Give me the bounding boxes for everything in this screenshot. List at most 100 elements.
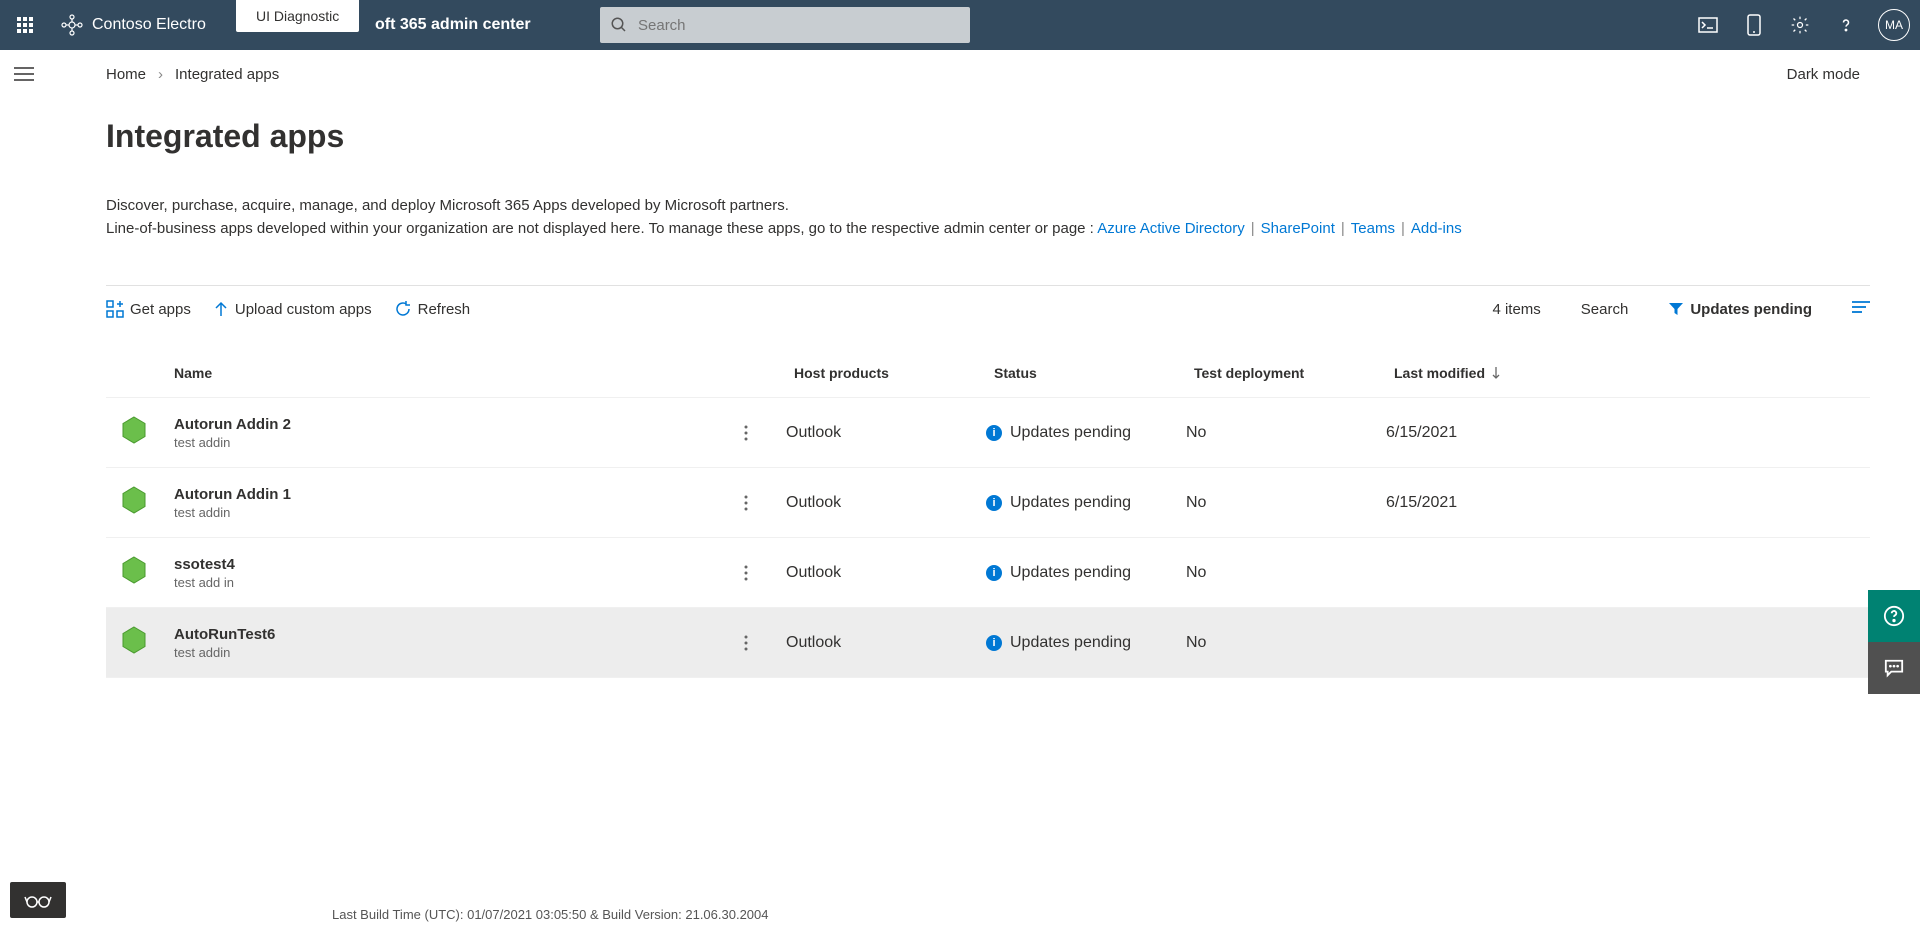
shell-prompt-button[interactable] <box>1686 3 1730 47</box>
row-more-button[interactable] <box>706 635 786 651</box>
table-row[interactable]: AutoRunTest6 test addin Outlook i Updates … <box>106 608 1870 678</box>
header-right: MA <box>1686 3 1910 47</box>
app-sub: test add in <box>174 575 698 590</box>
col-status[interactable]: Status <box>986 365 1186 381</box>
app-name: Autorun Addin 1 <box>174 486 698 503</box>
sort-down-icon <box>1491 366 1501 380</box>
more-vertical-icon <box>744 495 748 511</box>
upload-label: Upload custom apps <box>235 301 372 318</box>
more-vertical-icon <box>744 635 748 651</box>
app-hex-icon <box>118 484 150 516</box>
floating-buttons <box>1868 590 1920 694</box>
cell-host: Outlook <box>786 564 986 582</box>
global-search[interactable] <box>600 7 970 43</box>
link-aad[interactable]: Azure Active Directory <box>1097 220 1245 237</box>
cell-test: No <box>1186 564 1386 582</box>
filter-icon <box>1668 301 1684 317</box>
settings-button[interactable] <box>1778 3 1822 47</box>
command-bar: Get apps Upload custom apps Refresh 4 it… <box>106 285 1870 318</box>
waffle-icon <box>17 17 33 33</box>
table-row[interactable]: Autorun Addin 1test addin Outlook iUpdat… <box>106 468 1870 538</box>
link-teams[interactable]: Teams <box>1351 220 1395 237</box>
get-apps-button[interactable]: Get apps <box>106 300 191 318</box>
row-more-button[interactable] <box>706 425 786 441</box>
app-sub: test addin <box>174 435 698 450</box>
upload-button[interactable]: Upload custom apps <box>213 300 372 318</box>
link-addins[interactable]: Add-ins <box>1411 220 1462 237</box>
table-header-row: Name Host products Status Test deploymen… <box>106 348 1870 398</box>
account-avatar[interactable]: MA <box>1878 9 1910 41</box>
product-name: oft 365 admin center <box>375 16 531 34</box>
desc-line2-prefix: Line-of-business apps developed within y… <box>106 220 1097 237</box>
item-count: 4 items <box>1492 301 1540 318</box>
desc-line1: Discover, purchase, acquire, manage, and… <box>106 195 1526 218</box>
get-apps-label: Get apps <box>130 301 191 318</box>
build-info: Last Build Time (UTC): 01/07/2021 03:05:… <box>332 907 769 922</box>
cell-test: No <box>1186 634 1386 652</box>
page-title: Integrated apps <box>106 118 1920 155</box>
list-icon <box>1852 300 1870 314</box>
more-vertical-icon <box>744 565 748 581</box>
app-launcher-button[interactable] <box>0 0 50 50</box>
floating-help-button[interactable] <box>1868 590 1920 642</box>
top-header: Contoso Electro UI Diagnostic oft 365 ad… <box>0 0 1920 50</box>
app-sub: test addin <box>174 505 698 520</box>
info-icon: i <box>986 635 1002 651</box>
main-content: Home › Integrated apps Dark mode Integra… <box>0 60 1920 678</box>
active-filter[interactable]: Updates pending <box>1668 301 1812 318</box>
mobile-icon <box>1747 14 1761 36</box>
dark-mode-toggle[interactable]: Dark mode <box>1787 66 1860 83</box>
view-options-button[interactable] <box>1852 300 1870 318</box>
info-icon: i <box>986 495 1002 511</box>
ui-diagnostic-tab[interactable]: UI Diagnostic <box>236 0 359 32</box>
console-icon <box>1698 17 1718 33</box>
org-logo-icon <box>60 13 84 37</box>
refresh-button[interactable]: Refresh <box>394 300 471 318</box>
upload-icon <box>213 300 229 318</box>
row-more-button[interactable] <box>706 495 786 511</box>
app-name: Autorun Addin 2 <box>174 416 698 433</box>
gear-icon <box>1790 15 1810 35</box>
app-hex-icon <box>118 624 150 656</box>
search-input[interactable] <box>638 17 970 34</box>
toolbar-search[interactable]: Search <box>1581 301 1629 318</box>
app-name: ssotest4 <box>174 556 698 573</box>
col-host[interactable]: Host products <box>786 365 986 381</box>
table-row[interactable]: Autorun Addin 2test addin Outlook iUpdat… <box>106 398 1870 468</box>
cell-host: Outlook <box>786 424 986 442</box>
cell-host: Outlook <box>786 634 986 652</box>
floating-feedback-button[interactable] <box>1868 642 1920 694</box>
col-modified[interactable]: Last modified <box>1386 365 1586 381</box>
help-icon <box>1836 15 1856 35</box>
accessibility-button[interactable] <box>10 882 66 918</box>
link-sharepoint[interactable]: SharePoint <box>1261 220 1335 237</box>
cell-status: Updates pending <box>1010 634 1131 652</box>
app-hex-icon <box>118 414 150 446</box>
help-circle-icon <box>1883 605 1905 627</box>
help-button[interactable] <box>1824 3 1868 47</box>
cell-host: Outlook <box>786 494 986 512</box>
col-name[interactable]: Name <box>166 365 706 381</box>
info-icon: i <box>986 425 1002 441</box>
breadcrumb: Home › Integrated apps <box>106 66 279 83</box>
table-row[interactable]: ssotest4 test add in Outlook i Updates pen… <box>106 538 1870 608</box>
col-test[interactable]: Test deployment <box>1186 365 1386 381</box>
breadcrumb-home[interactable]: Home <box>106 66 146 83</box>
app-name: AutoRunTest6 <box>174 626 698 643</box>
cell-status: Updates pending <box>1010 564 1131 582</box>
info-icon: i <box>986 565 1002 581</box>
refresh-icon <box>394 300 412 318</box>
app-sub: test addin <box>174 645 698 660</box>
org-name: Contoso Electro <box>92 16 206 34</box>
cell-modified: 6/15/2021 <box>1386 424 1586 442</box>
grid-plus-icon <box>106 300 124 318</box>
mobile-button[interactable] <box>1732 3 1776 47</box>
cell-modified: 6/15/2021 <box>1386 494 1586 512</box>
more-vertical-icon <box>744 425 748 441</box>
org-branding: Contoso Electro <box>60 13 206 37</box>
row-more-button[interactable] <box>706 565 786 581</box>
app-hex-icon <box>118 554 150 586</box>
cell-test: No <box>1186 424 1386 442</box>
filter-label: Updates pending <box>1690 301 1812 318</box>
chevron-right-icon: › <box>158 66 163 83</box>
